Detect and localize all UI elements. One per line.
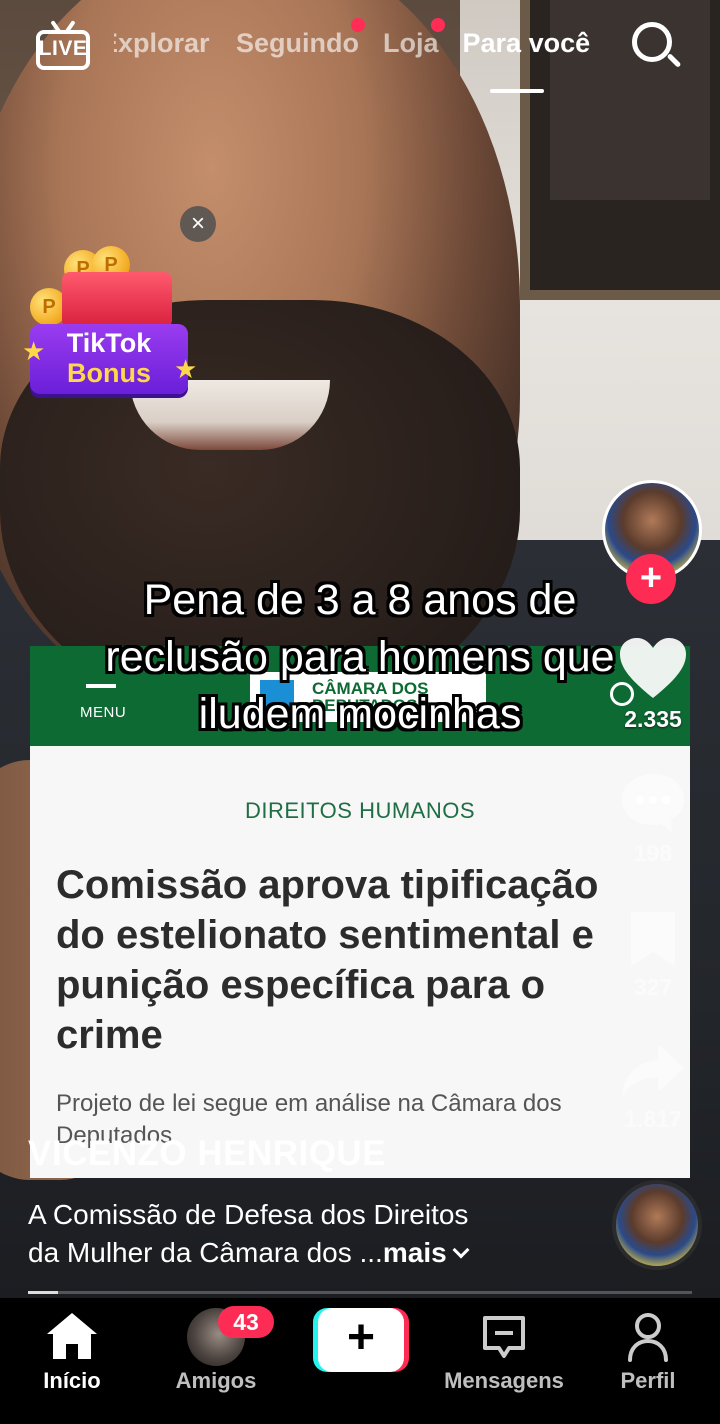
tab-loja[interactable]: Loja — [383, 18, 445, 68]
plus-icon: + — [318, 1308, 404, 1372]
description-line-1: A Comissão de Defesa dos Direitos — [28, 1199, 469, 1230]
tab-para-voce[interactable]: Para você — [463, 28, 591, 68]
nav-label-perfil: Perfil — [620, 1368, 676, 1393]
tab-seguindo[interactable]: Seguindo — [236, 18, 365, 68]
nav-perfil[interactable]: Perfil — [576, 1298, 720, 1424]
share-count: 1.817 — [624, 1106, 682, 1132]
profile-icon — [628, 1313, 668, 1362]
save-button[interactable]: 327 — [608, 908, 698, 1001]
video-text-overlay: Pena de 3 a 8 anos de reclusão para home… — [30, 572, 690, 743]
news-headline: Comissão aprova tipificação do esteliona… — [56, 863, 599, 1057]
chevron-down-icon — [452, 1241, 470, 1259]
news-section-label: DIREITOS HUMANOS — [244, 798, 476, 823]
nav-label-mensagens: Mensagens — [444, 1368, 564, 1393]
search-icon[interactable] — [632, 22, 684, 74]
overlay-line-3: iludem mocinhas — [198, 690, 522, 738]
sparkle-icon: ★ — [174, 354, 198, 384]
music-disc[interactable] — [612, 1180, 702, 1270]
friends-badge: 43 — [218, 1306, 274, 1338]
video-progress-bar[interactable] — [28, 1291, 692, 1294]
live-icon[interactable]: LIVE — [36, 20, 92, 74]
message-icon — [483, 1316, 525, 1358]
like-button[interactable]: 2.335 — [608, 636, 698, 733]
create-button[interactable]: + — [313, 1308, 409, 1372]
bonus-label-line2: Bonus — [67, 358, 151, 388]
nav-mensagens[interactable]: Mensagens — [432, 1298, 576, 1424]
nav-label-inicio: Início — [43, 1368, 101, 1393]
save-count: 327 — [633, 974, 673, 1000]
comment-button[interactable]: 198 — [608, 770, 698, 867]
top-bar: LIVE Explorar Seguindo Loja Para você — [0, 0, 720, 100]
notification-dot — [430, 18, 445, 32]
bottom-navigation: Início Amigos 43 + Mensagens Perfil — [0, 1298, 720, 1424]
more-link[interactable]: mais — [383, 1237, 447, 1268]
share-button[interactable]: 1.817 — [608, 1040, 698, 1133]
live-label: LIVE — [38, 37, 88, 60]
like-count: 2.335 — [624, 706, 682, 732]
tiktok-bonus-widget[interactable]: × P P P TikTok Bonus ★ ★ — [22, 206, 222, 402]
overlay-line-1: Pena de 3 a 8 anos de — [143, 576, 577, 624]
close-icon[interactable]: × — [180, 206, 216, 242]
heart-icon — [620, 638, 686, 698]
comment-icon — [622, 774, 684, 832]
nav-label-amigos: Amigos — [175, 1368, 257, 1393]
share-icon — [622, 1044, 684, 1096]
overlay-line-2: reclusão para homens que — [105, 633, 615, 681]
creator-name[interactable]: VICENZO HENRIQUE — [28, 1134, 386, 1174]
tab-explorar[interactable]: Explorar — [114, 28, 212, 68]
feed-tabs: Explorar Seguindo Loja Para você — [114, 18, 591, 68]
bonus-label-line1: TikTok — [66, 328, 152, 358]
post-description[interactable]: A Comissão de Defesa dos Direitos da Mul… — [28, 1196, 588, 1272]
active-tab-indicator — [490, 89, 544, 93]
bonus-label: TikTok Bonus — [30, 324, 188, 394]
description-line-2: da Mulher da Câmara dos ... — [28, 1237, 383, 1268]
sparkle-icon: ★ — [22, 336, 46, 366]
comment-count: 198 — [633, 840, 673, 866]
nav-inicio[interactable]: Início — [0, 1298, 144, 1424]
notification-dot — [351, 18, 365, 32]
bookmark-icon — [631, 912, 675, 966]
follow-button[interactable]: + — [626, 554, 676, 604]
home-icon — [47, 1313, 97, 1359]
gift-box-icon — [62, 272, 172, 328]
